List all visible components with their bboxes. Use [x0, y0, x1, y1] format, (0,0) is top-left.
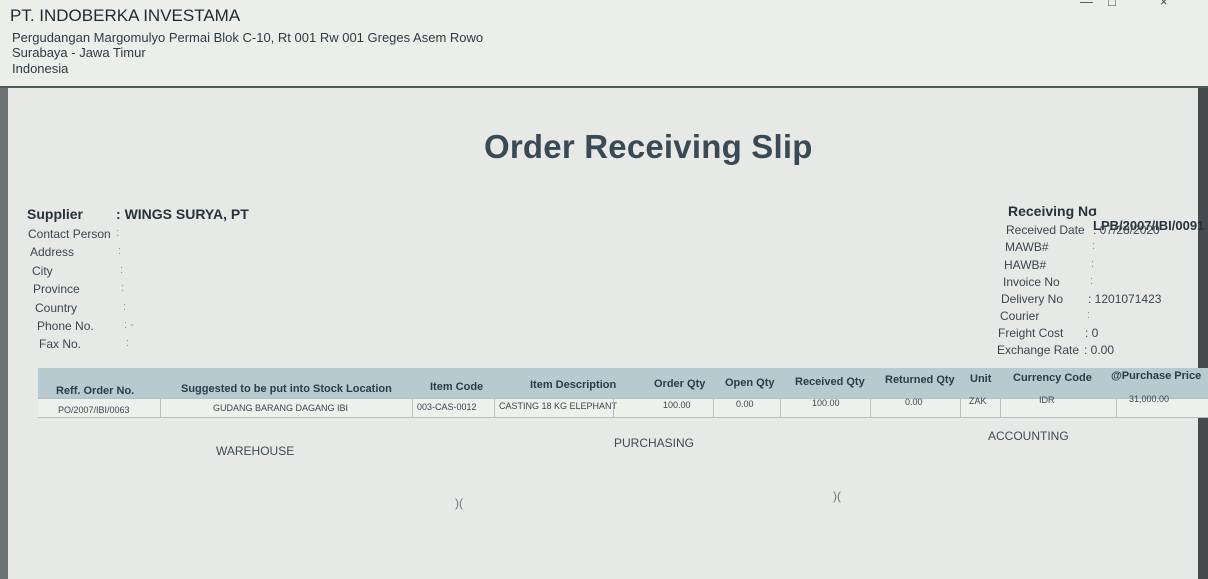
- warehouse-signature-label: WAREHOUSE: [216, 444, 295, 458]
- header-reff-order-no: Reff. Order No.: [56, 385, 135, 397]
- fax-label: Fax No.: [39, 337, 82, 351]
- minimize-icon[interactable]: —: [1080, 0, 1093, 9]
- cell-currency-code: IDR: [1039, 395, 1055, 405]
- cell-stock-location: GUDANG BARANG DAGANG IBI: [213, 403, 349, 413]
- row-divider: [713, 399, 714, 417]
- cell-purchase-price: 31,000.00: [1129, 394, 1170, 404]
- header-open-qty: Open Qty: [725, 377, 775, 389]
- phone-value: : -: [124, 319, 134, 331]
- province-label: Province: [33, 282, 80, 296]
- header-order-qty: Order Qty: [654, 378, 706, 390]
- row-divider: [613, 399, 614, 417]
- row-divider: [960, 399, 961, 417]
- separator-mark: )(: [833, 489, 841, 503]
- header-stock-location: Suggested to be put into Stock Location: [181, 383, 392, 395]
- header-unit: Unit: [970, 373, 992, 385]
- header-item-description: Item Description: [530, 379, 617, 391]
- cell-item-description: CASTING 18 KG ELEPHANT: [499, 401, 618, 411]
- freight-cost: 0: [1091, 326, 1099, 340]
- exchange-rate-label: Exchange Rate: [997, 343, 1080, 357]
- company-address-line3: Indonesia: [12, 61, 69, 76]
- table-row: PO/2007/IBI/0063 GUDANG BARANG DAGANG IB…: [38, 394, 1208, 418]
- right-border: [1198, 88, 1208, 579]
- received-date: 07/28/2020: [1099, 223, 1160, 237]
- separator-mark: )(: [455, 496, 463, 510]
- company-name: PT. INDOBERKA INVESTAMA: [10, 6, 241, 25]
- cell-open-qty: 0.00: [736, 399, 754, 409]
- left-border: [0, 88, 8, 579]
- cell-returned-qty: 0.00: [905, 397, 923, 407]
- city-label: City: [32, 264, 53, 278]
- courier-label: Courier: [1000, 309, 1040, 323]
- phone-number: -: [130, 319, 134, 331]
- row-divider: [780, 399, 781, 417]
- cell-received-qty: 100.00: [812, 398, 840, 408]
- address-label: Address: [30, 245, 75, 259]
- hawb-colon: :: [1091, 258, 1095, 270]
- row-divider: [870, 399, 871, 417]
- fax-colon: :: [126, 337, 130, 349]
- company-header: PT. INDOBERKA INVESTAMA Pergudangan Marg…: [0, 0, 1208, 88]
- company-address-line2: Surabaya - Jawa Timur: [12, 45, 146, 60]
- exchange-rate-value: : 0.00: [1084, 343, 1115, 357]
- row-divider: [412, 399, 413, 417]
- delivery-no-value: : 1201071423: [1088, 292, 1162, 306]
- courier-colon: :: [1087, 309, 1091, 321]
- invoice-no-colon: :: [1090, 275, 1094, 287]
- header-returned-qty: Returned Qty: [885, 374, 955, 386]
- supplier-value: : WINGS SURYA, PT: [116, 206, 249, 222]
- delivery-no-label: Delivery No: [1001, 292, 1064, 306]
- received-date-value: : 07/28/2020: [1093, 223, 1160, 237]
- country-label: Country: [35, 301, 78, 315]
- restore-icon[interactable]: □: [1108, 0, 1116, 9]
- invoice-no-label: Invoice No: [1003, 275, 1060, 289]
- country-colon: :: [123, 301, 127, 313]
- freight-cost-label: Freight Cost: [998, 326, 1064, 340]
- supplier-label: Supplier: [27, 206, 84, 222]
- header-item-code: Item Code: [430, 381, 484, 393]
- header-currency-code: Currency Code: [1013, 372, 1092, 384]
- cell-item-code: 003-CAS-0012: [417, 402, 477, 412]
- receiving-no-label: Receiving No: [1008, 203, 1097, 219]
- company-address-line1: Pergudangan Margomulyo Permai Blok C-10,…: [12, 30, 484, 45]
- row-divider: [1116, 399, 1117, 417]
- exchange-rate: 0.00: [1090, 343, 1115, 357]
- cell-unit: ZAK: [969, 396, 987, 406]
- freight-cost-value: : 0: [1085, 326, 1099, 340]
- row-divider: [494, 399, 495, 417]
- received-date-label: Received Date: [1006, 223, 1085, 237]
- items-table-header: Reff. Order No. Suggested to be put into…: [38, 368, 1208, 400]
- address-colon: :: [118, 245, 122, 257]
- mawb-label: MAWB#: [1005, 240, 1049, 254]
- hawb-label: HAWB#: [1004, 258, 1047, 272]
- contact-person-colon: :: [116, 227, 120, 239]
- purchasing-signature-label: PURCHASING: [614, 436, 695, 450]
- header-received-qty: Received Qty: [795, 376, 865, 388]
- contact-person-label: Contact Person: [28, 227, 111, 241]
- report-title: Order Receiving Slip: [484, 128, 813, 165]
- row-divider: [160, 399, 161, 417]
- supplier-name: WINGS SURYA, PT: [124, 206, 249, 222]
- row-divider: [1000, 399, 1001, 417]
- close-icon[interactable]: ×: [1160, 0, 1168, 9]
- phone-label: Phone No.: [37, 319, 94, 333]
- cell-reff-order-no: PO/2007/IBI/0063: [58, 405, 130, 415]
- cell-order-qty: 100.00: [663, 400, 691, 410]
- accounting-signature-label: ACCOUNTING: [988, 429, 1069, 443]
- province-colon: :: [121, 282, 125, 294]
- city-colon: :: [120, 264, 124, 276]
- header-purchase-price: @Purchase Price: [1111, 370, 1202, 382]
- delivery-no: 1201071423: [1094, 292, 1162, 306]
- mawb-colon: :: [1092, 240, 1096, 252]
